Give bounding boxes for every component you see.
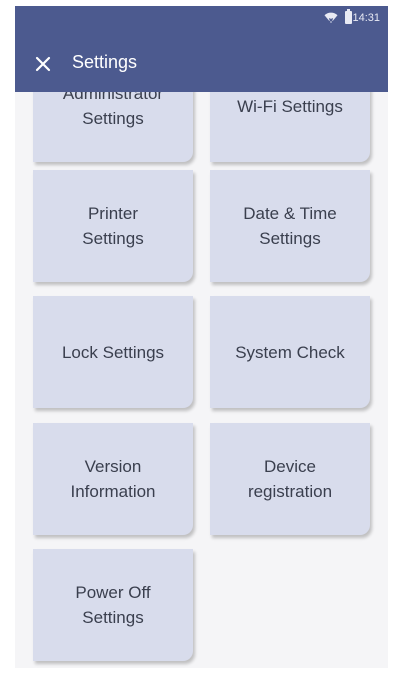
tile-printer-settings[interactable]: Printer Settings (33, 170, 193, 282)
page-title: Settings (72, 52, 138, 72)
tile-label: Date & Time Settings (243, 204, 337, 248)
settings-screen: Administrator Settings Wi-Fi Settings Pr… (15, 6, 388, 668)
settings-grid: Administrator Settings Wi-Fi Settings Pr… (15, 6, 388, 668)
tile-system-check[interactable]: System Check (210, 296, 370, 408)
tile-device-registration[interactable]: Device registration (210, 423, 370, 535)
wifi-icon (324, 12, 338, 23)
battery-icon (345, 9, 352, 24)
tile-label: System Check (235, 342, 345, 362)
tile-label: Power Off Settings (75, 583, 151, 627)
status-bar: 14:31 (15, 6, 388, 34)
tile-date-time-settings[interactable]: Date & Time Settings (210, 170, 370, 282)
tile-label: Printer Settings (82, 204, 144, 248)
tile-label: Lock Settings (61, 342, 165, 362)
close-icon[interactable] (29, 50, 57, 78)
tile-lock-settings[interactable]: Lock Settings (33, 296, 193, 408)
tile-label: Device registration (247, 457, 333, 501)
tile-label: Wi-Fi Settings (237, 96, 343, 116)
tile-version-information[interactable]: Version Information (33, 423, 193, 535)
status-time: 14:31 (352, 12, 380, 24)
app-bar: Settings (15, 34, 388, 92)
tile-power-off-settings[interactable]: Power Off Settings (33, 549, 193, 661)
tile-label: Version Information (70, 457, 156, 501)
